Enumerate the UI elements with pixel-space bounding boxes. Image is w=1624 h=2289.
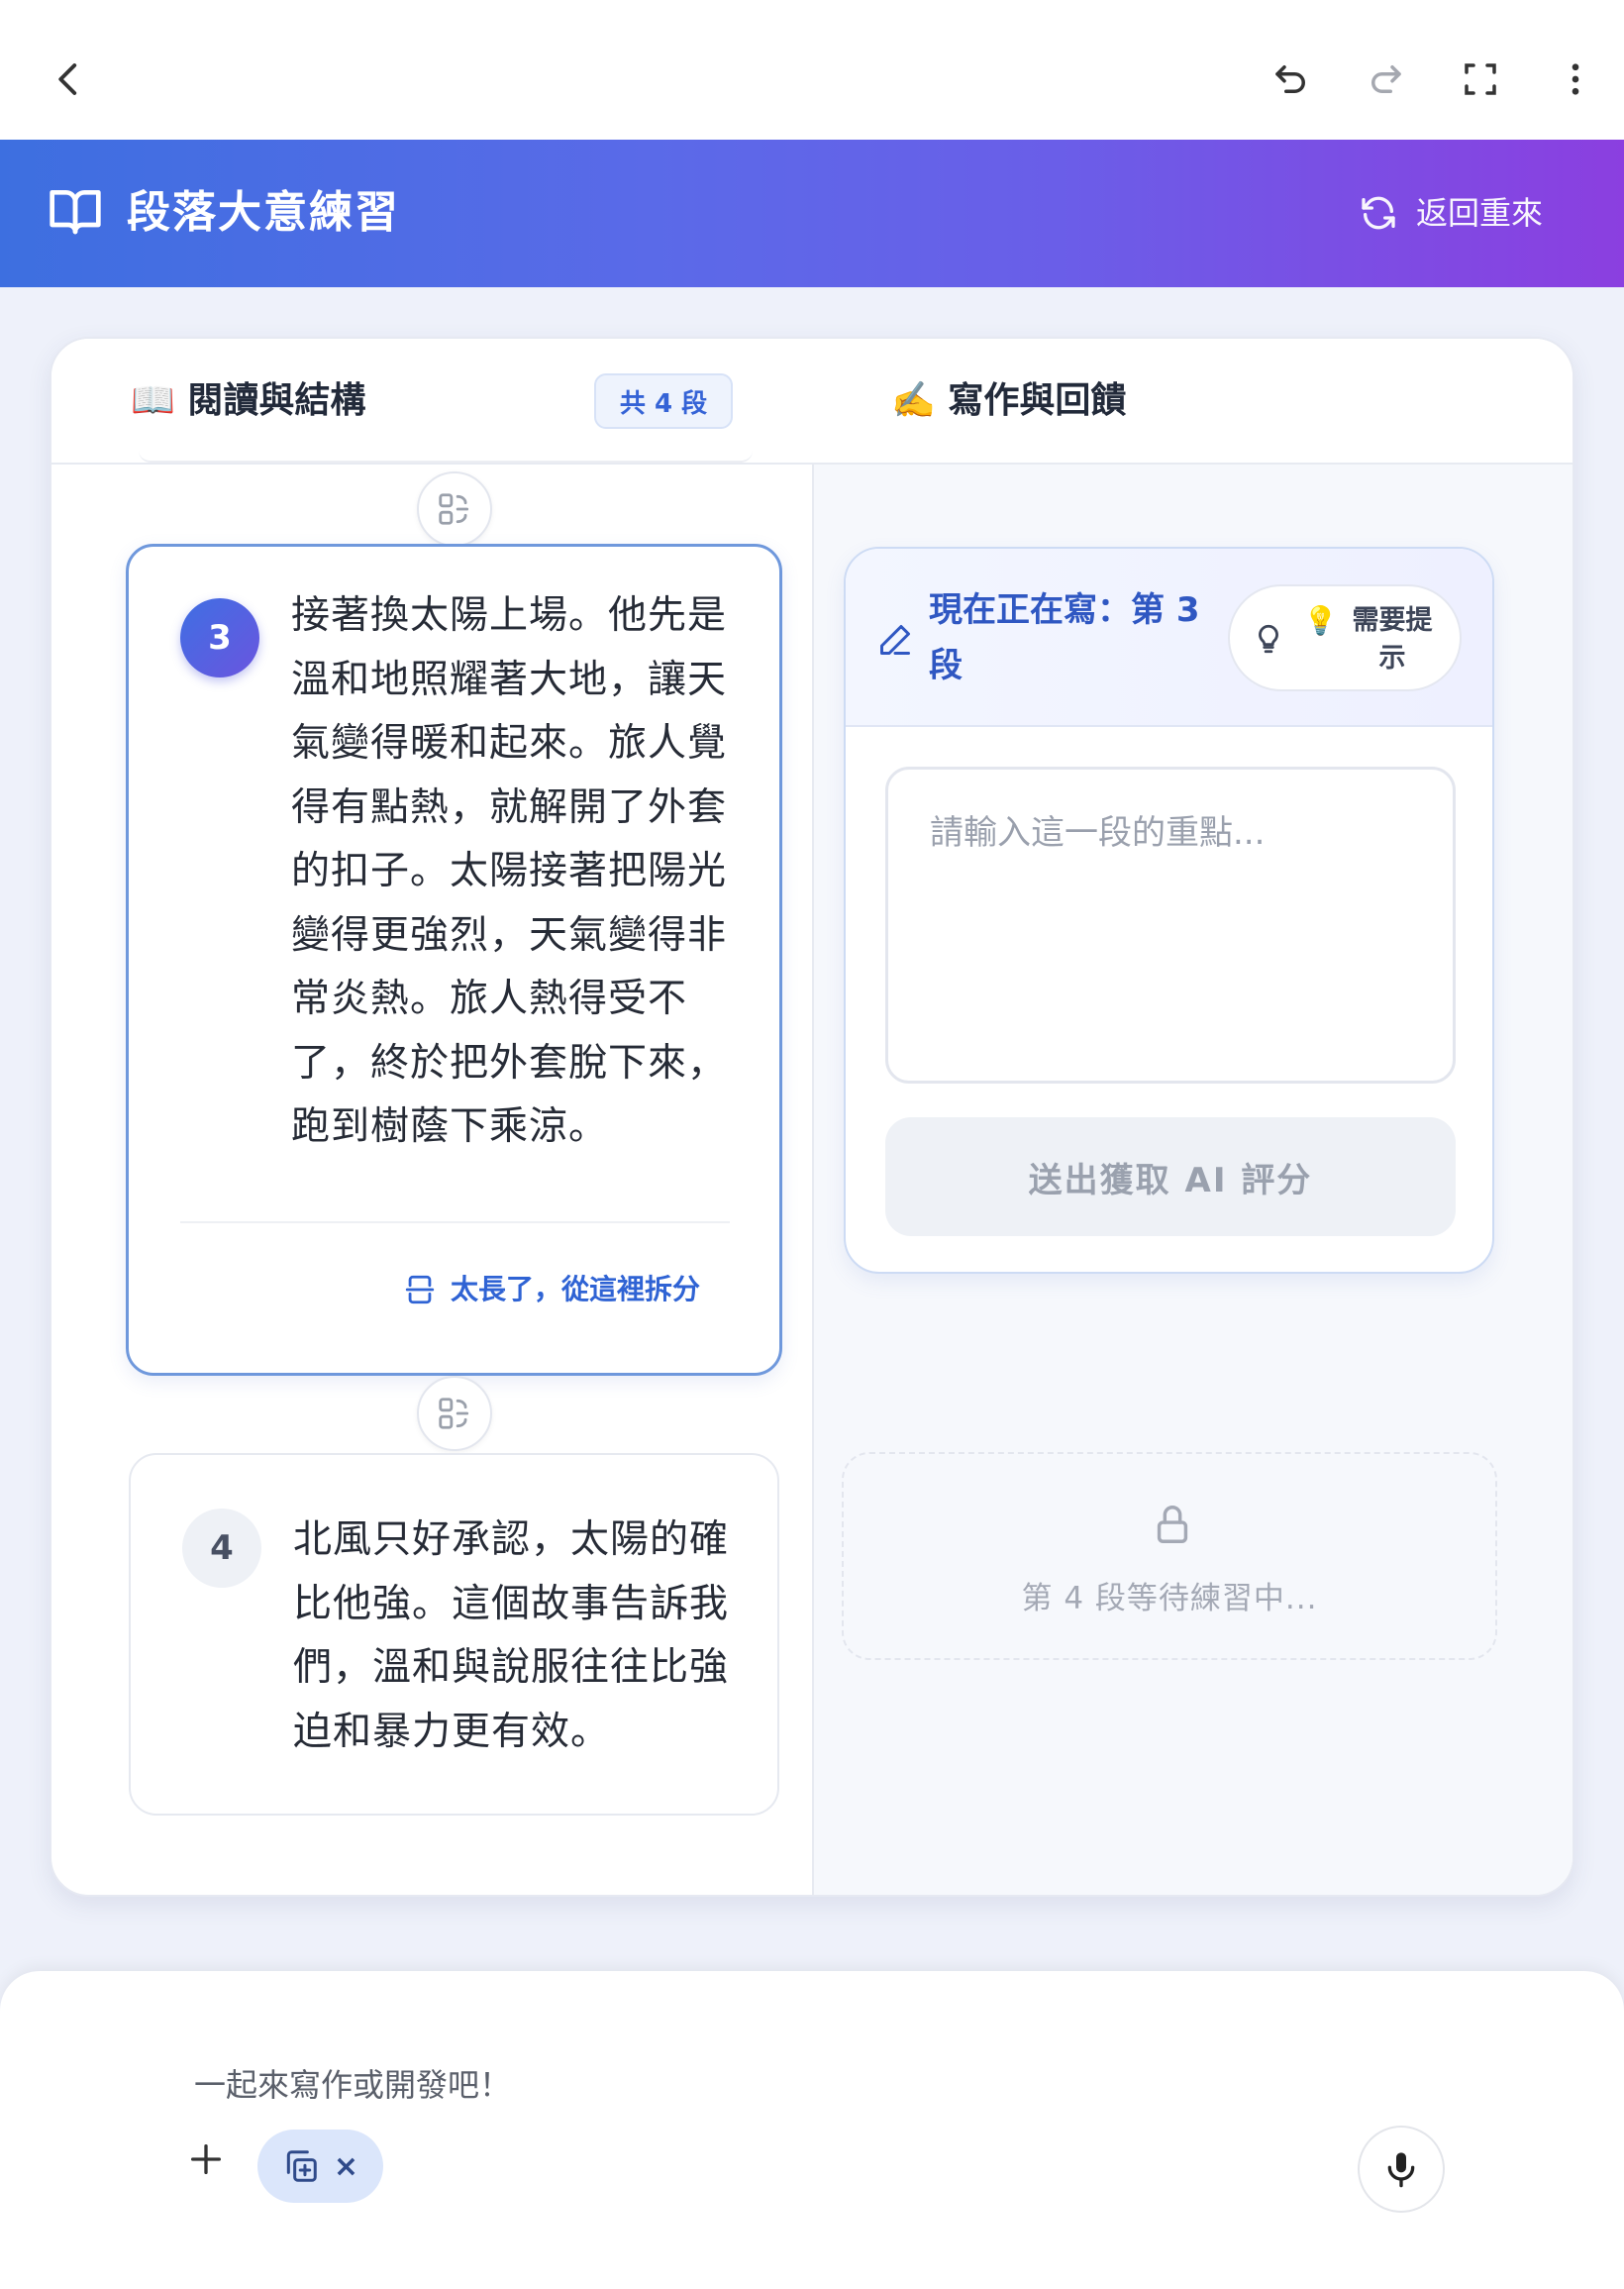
writing-panel-header: 現在正在寫：第 3 段 💡 需要提示 [846,549,1492,727]
add-attachment-button[interactable] [178,2132,234,2187]
top-toolbar [0,0,1624,140]
redo-button[interactable] [1356,50,1415,109]
lightbulb-emoji-icon: 💡 [1303,604,1338,637]
chat-input[interactable]: 一起來寫作或開發吧！ [194,2060,511,2106]
more-vertical-icon [1572,63,1579,95]
locked-status-text: 第 4 段等待練習中... [1021,1581,1318,1616]
locked-paragraph-4: 第 4 段等待練習中... [842,1452,1497,1660]
paragraph-card-4[interactable]: 4 北風只好承認，太陽的確比他強。這個故事告訴我們，溫和與說服往往比強迫和暴力更… [129,1453,779,1816]
undo-icon [1275,65,1305,93]
writing-panel-title: ✍️ 寫作與回饋 [891,380,1127,421]
page-title: 段落大意練習 [127,187,400,238]
hint-label: 需要提示 [1352,605,1433,674]
chat-composer: 一起來寫作或開發吧！ × [0,1971,1624,2289]
hint-button[interactable]: 💡 需要提示 [1228,584,1462,691]
microphone-icon [1387,2152,1415,2188]
submit-ai-score-button[interactable]: 送出獲取 AI 評分 [885,1117,1456,1236]
writing-panel: 現在正在寫：第 3 段 💡 需要提示 送出獲取 AI 評分 [844,547,1494,1274]
chevron-left-icon [58,63,77,95]
divider [180,1221,730,1223]
attached-canvas-chip[interactable]: × [257,2130,383,2203]
book-open-icon [50,190,101,235]
paragraph-text: 北風只好承認，太陽的確比他強。這個故事告訴我們，溫和與說服往往比強迫和暴力更有效… [293,1517,730,1754]
previous-paragraph-edge [139,451,753,463]
merge-paragraph-button[interactable] [417,471,492,547]
paragraph-number: 3 [180,598,259,677]
app-header: 段落大意練習 返回重來 [0,140,1624,287]
remove-chip-button[interactable]: × [334,2149,358,2184]
pencil-icon [880,625,910,655]
redo-icon [1371,65,1401,93]
card-header: 📖 閱讀與結構 共 4 段 ✍️ 寫作與回饋 [51,339,1573,465]
split-label: 太長了，從這裡拆分 [450,1273,700,1305]
lightbulb-icon [1259,624,1278,654]
fullscreen-icon [1465,63,1496,95]
merge-icon [439,493,469,525]
plus-icon [191,2144,221,2174]
fullscreen-button[interactable] [1451,50,1510,109]
paragraph-text: 接著換太陽上場。他先是溫和地照耀著大地，讓天氣變得暖和起來。旅人覺得有點熱，就解… [291,593,728,1149]
paragraph-count-badge: 共 4 段 [594,373,733,429]
summary-input[interactable] [885,767,1456,1084]
add-copy-icon [286,2150,317,2182]
restart-label: 返回重來 [1415,194,1543,232]
column-divider [812,339,814,1895]
split-paragraph-button[interactable]: 太長了，從這裡拆分 [403,1270,700,1309]
paragraph-card-3[interactable]: 3 接著換太陽上場。他先是溫和地照耀著大地，讓天氣變得暖和起來。旅人覺得有點熱，… [126,544,782,1376]
split-icon [405,1275,435,1304]
microphone-button[interactable] [1358,2126,1445,2213]
back-button[interactable] [40,50,99,109]
more-button[interactable] [1546,50,1605,109]
merge-icon [439,1398,469,1429]
lock-icon [1157,1506,1188,1543]
undo-button[interactable] [1262,50,1321,109]
paragraph-number: 4 [182,1509,261,1588]
restart-button[interactable]: 返回重來 [1359,187,1543,239]
refresh-icon [1362,196,1395,230]
merge-paragraph-button[interactable] [417,1376,492,1451]
reading-panel-title: 📖 閱讀與結構 [131,380,366,421]
current-paragraph-title: 現在正在寫：第 3 段 [929,590,1200,685]
